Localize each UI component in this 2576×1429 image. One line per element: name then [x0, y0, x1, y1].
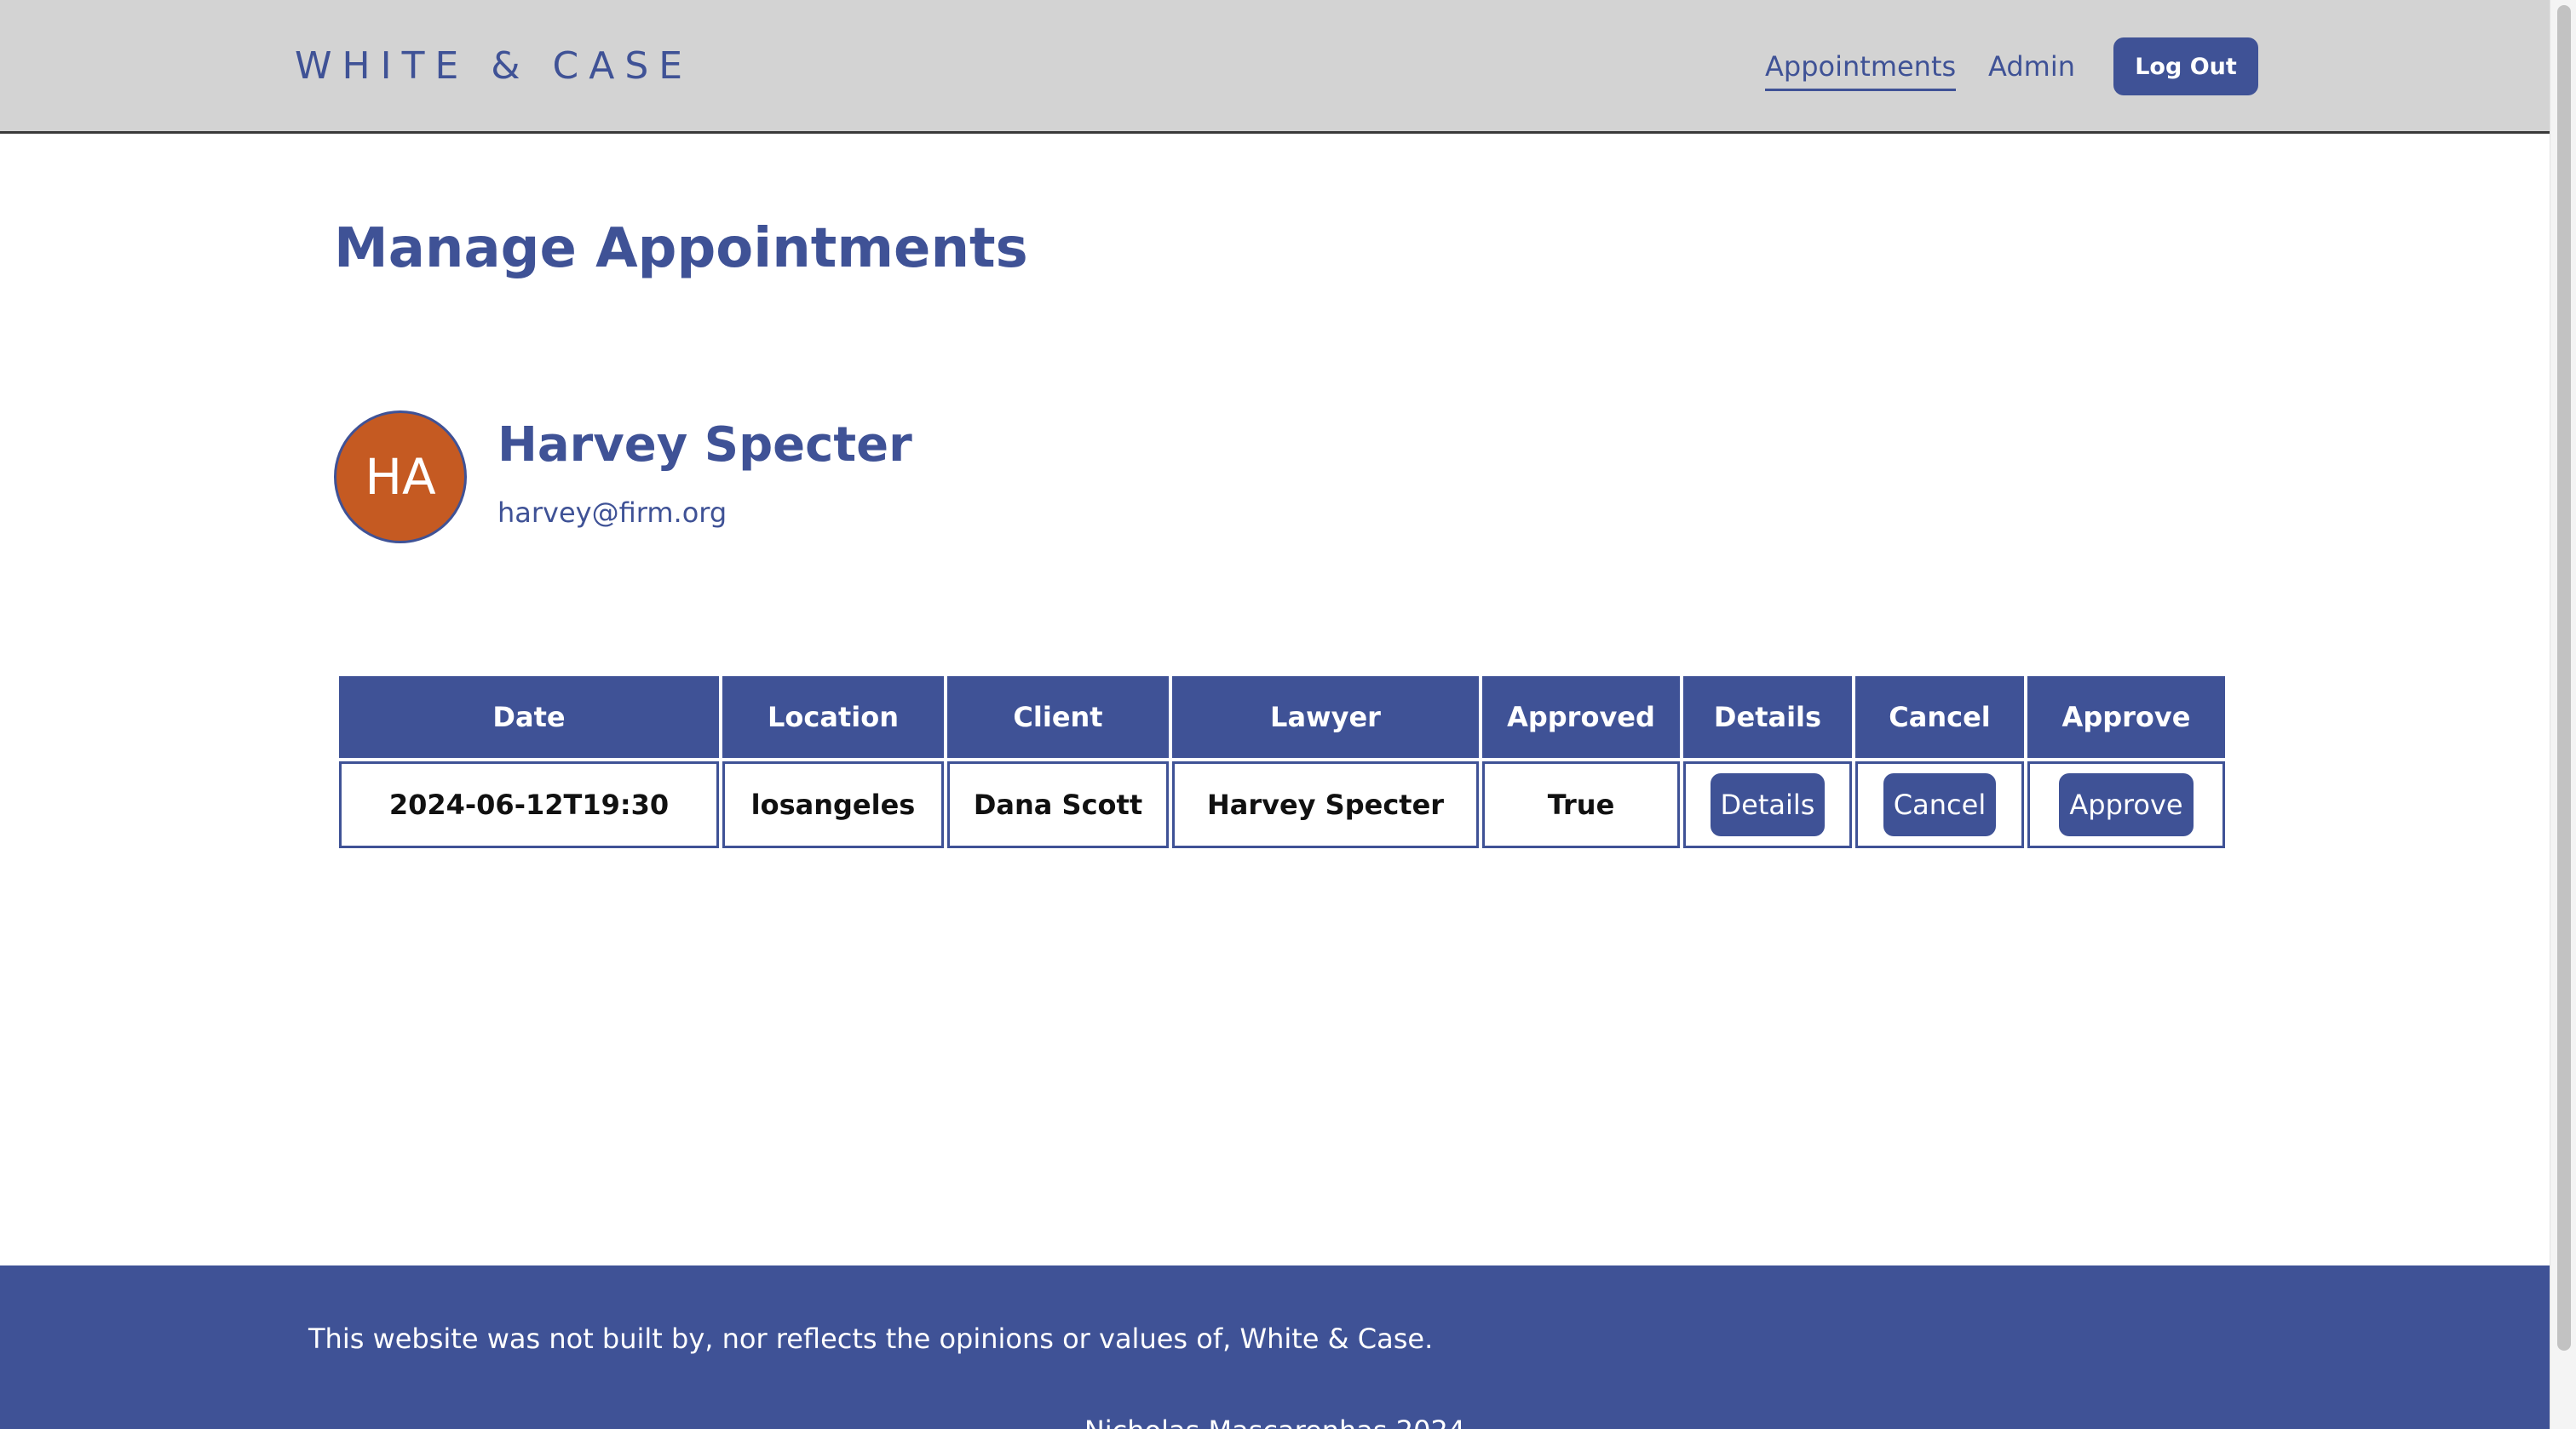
- site-footer: This website was not built by, nor refle…: [0, 1265, 2550, 1429]
- column-header-lawyer: Lawyer: [1172, 676, 1479, 758]
- table-header-row: Date Location Client Lawyer Approved Det…: [339, 676, 2225, 758]
- cell-date: 2024-06-12T19:30: [339, 761, 719, 848]
- footer-credit: Nicholas Mascarenhas 2024: [0, 1412, 2550, 1429]
- approve-button[interactable]: Approve: [2059, 773, 2194, 836]
- details-button[interactable]: Details: [1710, 773, 1826, 836]
- vertical-scrollbar[interactable]: [2550, 0, 2576, 1429]
- column-header-location: Location: [722, 676, 944, 758]
- table-row: 2024-06-12T19:30 losangeles Dana Scott H…: [339, 761, 2225, 848]
- cell-approved: True: [1482, 761, 1680, 848]
- column-header-client: Client: [947, 676, 1169, 758]
- cell-client: Dana Scott: [947, 761, 1169, 848]
- cancel-button[interactable]: Cancel: [1883, 773, 1997, 836]
- footer-disclaimer: This website was not built by, nor refle…: [308, 1323, 1434, 1355]
- column-header-approve: Approve: [2027, 676, 2225, 758]
- cell-approve: Approve: [2027, 761, 2225, 848]
- white-and-case-logo[interactable]: WHITE & CASE: [295, 41, 693, 92]
- scrollbar-thumb[interactable]: [2557, 5, 2571, 1351]
- nav-appointments-link[interactable]: Appointments: [1765, 48, 1957, 91]
- log-out-button[interactable]: Log Out: [2113, 37, 2258, 95]
- nav-admin-link[interactable]: Admin: [1988, 48, 2075, 85]
- appointments-table: Date Location Client Lawyer Approved Det…: [336, 673, 2228, 852]
- site-header: WHITE & CASE Appointments Admin Log Out: [0, 0, 2550, 134]
- page: WHITE & CASE Appointments Admin Log Out …: [0, 0, 2576, 1429]
- column-header-cancel: Cancel: [1855, 676, 2024, 758]
- cell-location: losangeles: [722, 761, 944, 848]
- cell-details: Details: [1683, 761, 1852, 848]
- profile-name: Harvey Specter: [497, 417, 912, 473]
- page-title: Manage Appointments: [334, 217, 1028, 280]
- column-header-approved: Approved: [1482, 676, 1680, 758]
- cell-lawyer: Harvey Specter: [1172, 761, 1479, 848]
- cell-cancel: Cancel: [1855, 761, 2024, 848]
- avatar: HA: [334, 410, 467, 543]
- column-header-date: Date: [339, 676, 719, 758]
- profile-email: harvey@firm.org: [497, 496, 727, 529]
- column-header-details: Details: [1683, 676, 1852, 758]
